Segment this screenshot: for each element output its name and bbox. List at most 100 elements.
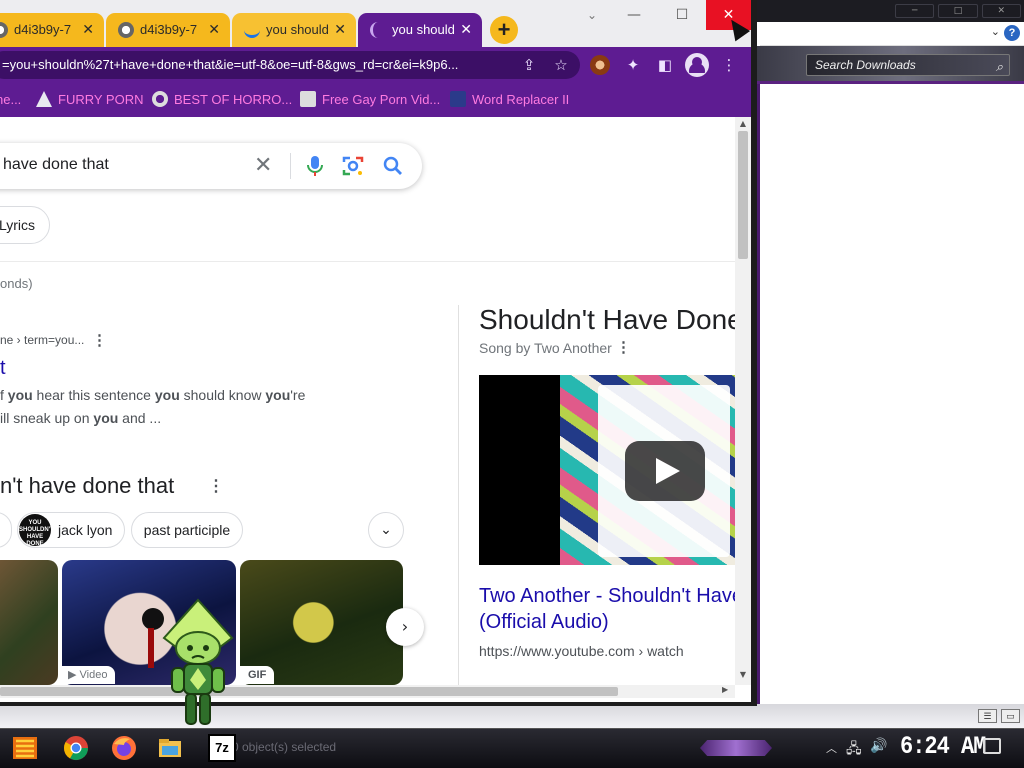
tab-close-icon[interactable]: ✕: [208, 13, 220, 47]
explorer-status-bar: [0, 704, 1024, 728]
image-thumbnail[interactable]: [0, 560, 58, 685]
search-icon[interactable]: ⌕: [996, 57, 1003, 77]
loading-icon: [244, 22, 260, 38]
more-options-icon[interactable]: ⋮: [616, 338, 631, 356]
tab-label: d4i3b9y-7: [140, 22, 198, 37]
address-bar[interactable]: =you+shouldn%27t+have+done+that&ie=utf-8…: [0, 51, 580, 79]
site-logo-icon: [300, 91, 316, 107]
bookmark-1[interactable]: ne...: [0, 90, 21, 110]
chrome-window: d4i3b9y-7 ✕ d4i3b9y-7 ✕ you should ✕ you…: [0, 0, 757, 706]
clear-icon[interactable]: ✕: [254, 153, 272, 178]
thumbnail-detail: [148, 628, 154, 668]
tab-label: you should: [266, 22, 329, 37]
result-stats: onds): [0, 276, 33, 291]
scroll-right-arrow-icon[interactable]: ▶: [722, 685, 728, 694]
explorer-file-area[interactable]: [757, 84, 1024, 704]
camera-lens-icon[interactable]: [342, 154, 364, 178]
scrollbar-thumb[interactable]: [738, 131, 748, 259]
explorer-address-bar[interactable]: ⌄ ?: [760, 22, 1024, 46]
search-icon[interactable]: [382, 154, 404, 178]
tab-close-icon[interactable]: ✕: [334, 13, 346, 47]
tab-3[interactable]: you should ✕: [232, 13, 356, 47]
knowledge-panel-title: Shouldn't Have Done: [479, 304, 743, 335]
image-chip-past-participle[interactable]: past participle: [131, 512, 243, 548]
firefox-icon[interactable]: [110, 734, 138, 762]
chevron-down-icon[interactable]: ⌄: [368, 512, 404, 548]
knowledge-panel-subtitle: Song by Two Another: [479, 340, 612, 356]
video-source-url[interactable]: https://www.youtube.com › watch: [479, 643, 684, 659]
extensions-puzzle-icon[interactable]: ✦: [622, 54, 644, 76]
desktop-mascot-character[interactable]: [158, 598, 238, 728]
word-replacer-icon: [450, 91, 466, 107]
more-options-icon[interactable]: ⋮: [92, 331, 107, 349]
explorer-side-accent: [757, 84, 760, 704]
microphone-icon[interactable]: [304, 154, 326, 178]
bookmark-5[interactable]: Word Replacer II: [450, 90, 569, 110]
globe-icon: [118, 22, 134, 38]
bookmark-4[interactable]: Free Gay Porn Vid...: [300, 90, 440, 110]
details-view-icon[interactable]: ☰: [978, 709, 997, 723]
tab-close-icon[interactable]: ✕: [460, 13, 472, 47]
video-badge: ▶ Video: [62, 666, 116, 684]
notification-icon[interactable]: [983, 738, 1001, 754]
tray-expand-icon[interactable]: ︿: [826, 740, 837, 756]
play-icon[interactable]: [625, 441, 705, 501]
extension-avatar-icon[interactable]: [590, 55, 610, 75]
tiles-view-icon[interactable]: ▭: [1001, 709, 1020, 723]
explorer-window-controls[interactable]: ─ □ ✕: [895, 4, 1021, 18]
globe-icon: [0, 22, 8, 38]
help-icon[interactable]: ?: [1004, 25, 1020, 41]
result-snippet-line1: f you hear this sentence you should know…: [0, 387, 306, 403]
new-tab-button[interactable]: +: [490, 16, 518, 44]
filter-chip-lyrics[interactable]: Lyrics: [0, 206, 50, 244]
tab-4-active[interactable]: you should ✕: [358, 13, 482, 47]
minimize-button[interactable]: —: [612, 0, 656, 30]
result-breadcrumb[interactable]: ne › term=you...: [0, 333, 84, 347]
images-heading: n't have done that: [0, 473, 175, 498]
chrome-icon[interactable]: [62, 734, 90, 762]
more-options-icon[interactable]: ⋮: [208, 476, 224, 496]
maximize-button[interactable]: ☐: [660, 0, 704, 30]
maximize-icon[interactable]: □: [938, 4, 978, 18]
bookmark-star-icon[interactable]: ☆: [550, 54, 572, 76]
profile-icon[interactable]: [685, 53, 709, 77]
bookmark-2[interactable]: FURRY PORN: [36, 90, 143, 110]
tab-label: you should: [392, 22, 455, 37]
tab-search-icon[interactable]: ⌄: [570, 0, 614, 30]
chip-label: jack lyon: [58, 522, 113, 538]
side-panel-icon[interactable]: ◧: [654, 54, 676, 76]
tab-1[interactable]: d4i3b9y-7 ✕: [0, 13, 104, 47]
network-icon[interactable]: 🖧: [846, 738, 862, 762]
globe-icon: [152, 91, 168, 107]
video-title-link[interactable]: Two Another - Shouldn't Have: [479, 585, 743, 608]
bookmark-label: BEST OF HORRO...: [174, 92, 293, 107]
start-button-icon[interactable]: [10, 733, 40, 763]
search-query[interactable]: have done that: [3, 156, 109, 174]
bookmark-3[interactable]: BEST OF HORRO...: [152, 90, 292, 110]
chevron-down-icon[interactable]: ⌄: [991, 25, 1000, 38]
triangle-icon: [36, 91, 52, 107]
scrollbar-thumb[interactable]: [0, 687, 618, 696]
video-title-link-line2[interactable]: (Official Audio): [479, 611, 609, 634]
explorer-search-input[interactable]: Search Downloads ⌕: [806, 54, 1010, 76]
scroll-up-arrow-icon[interactable]: ▲: [735, 119, 751, 128]
search-divider: [290, 153, 291, 179]
gif-badge: GIF: [240, 666, 275, 684]
share-icon[interactable]: ⇪: [518, 54, 540, 76]
scroll-down-arrow-icon[interactable]: ▼: [735, 670, 751, 679]
result-title-link[interactable]: t: [0, 357, 6, 380]
taskbar-accent: [700, 740, 772, 756]
taskbar-clock[interactable]: 6:24 AM: [900, 732, 986, 761]
file-explorer-icon[interactable]: [156, 734, 184, 762]
volume-icon[interactable]: 🔊: [870, 738, 887, 754]
explorer-view-buttons[interactable]: ☰ ▭: [978, 709, 1020, 723]
tab-close-icon[interactable]: ✕: [82, 13, 94, 47]
result-snippet-line2: ill sneak up on you and ...: [0, 410, 162, 426]
loading-icon: [370, 22, 386, 38]
7zip-icon[interactable]: 7z: [208, 734, 236, 762]
chevron-right-icon[interactable]: ›: [386, 608, 424, 646]
close-icon[interactable]: ✕: [981, 4, 1021, 18]
minimize-icon[interactable]: ─: [895, 4, 935, 18]
tab-2[interactable]: d4i3b9y-7 ✕: [106, 13, 230, 47]
kebab-menu-icon[interactable]: ⋮: [718, 54, 740, 76]
